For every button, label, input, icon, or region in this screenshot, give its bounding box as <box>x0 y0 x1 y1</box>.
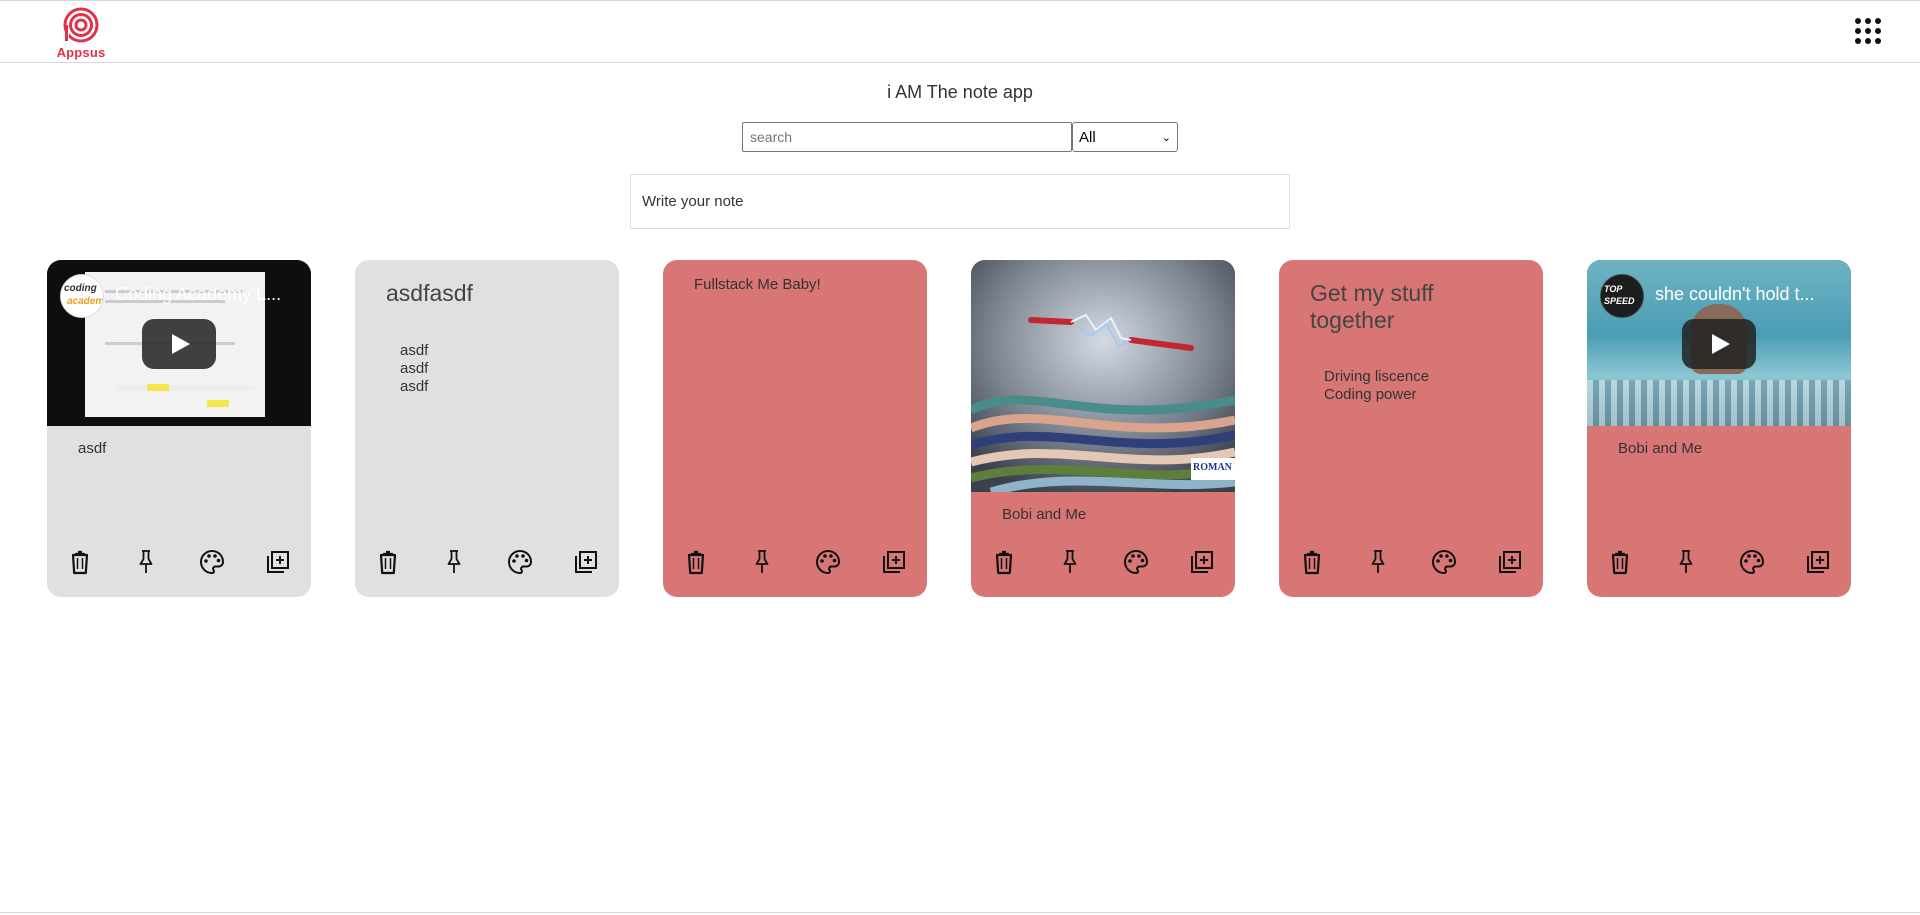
app-header: Appsus <box>0 0 1920 63</box>
note-card[interactable]: Fullstack Me Baby! <box>663 260 927 597</box>
channel-avatar: coding academy <box>60 274 104 318</box>
note-input-placeholder: Write your note <box>642 193 744 210</box>
todo-item[interactable]: Driving liscence <box>1324 368 1429 386</box>
trash-icon[interactable] <box>373 547 403 577</box>
palette-icon[interactable] <box>1121 547 1151 577</box>
duplicate-icon[interactable] <box>1495 547 1525 577</box>
logo-icon <box>63 7 99 43</box>
pin-icon[interactable] <box>747 547 777 577</box>
search-input[interactable] <box>742 122 1072 152</box>
note-text: Bobi and Me <box>1618 440 1703 457</box>
todo-item[interactable]: Coding power <box>1324 386 1429 404</box>
card-actions <box>971 547 1235 577</box>
duplicate-icon[interactable] <box>1187 547 1217 577</box>
trash-icon[interactable] <box>65 547 95 577</box>
card-actions <box>1587 547 1851 577</box>
apps-menu-button[interactable] <box>1855 18 1881 44</box>
pin-icon[interactable] <box>1671 547 1701 577</box>
trash-icon[interactable] <box>1297 547 1327 577</box>
duplicate-icon[interactable] <box>263 547 293 577</box>
card-actions <box>1279 547 1543 577</box>
trash-icon[interactable] <box>1605 547 1635 577</box>
video-title: she couldn't hold t... <box>1655 284 1815 304</box>
filter-select[interactable]: All ⌄ <box>1072 122 1178 152</box>
note-card[interactable]: asdfasdf asdf asdf asdf <box>355 260 619 597</box>
pin-icon[interactable] <box>439 547 469 577</box>
note-text: asdf <box>78 440 107 457</box>
play-button[interactable] <box>142 319 216 369</box>
app-logo[interactable]: Appsus <box>55 7 107 61</box>
note-title: Get my stuff together <box>1310 280 1434 333</box>
todo-list: Driving liscence Coding power <box>1324 368 1429 404</box>
card-actions <box>47 547 311 577</box>
logo-text: Appsus <box>56 45 106 60</box>
palette-icon[interactable] <box>197 547 227 577</box>
duplicate-icon[interactable] <box>879 547 909 577</box>
palette-icon[interactable] <box>1429 547 1459 577</box>
trash-icon[interactable] <box>989 547 1019 577</box>
card-actions <box>663 547 927 577</box>
image-caption: ROMAN E <box>1193 462 1235 473</box>
channel-avatar: TOP SPEED <box>1600 274 1644 318</box>
note-text: Fullstack Me Baby! <box>694 276 821 293</box>
todo-item[interactable]: asdf <box>400 378 428 396</box>
note-image: ROMAN E <box>971 260 1235 492</box>
palette-icon[interactable] <box>505 547 535 577</box>
channel-name: TOP SPEED <box>1604 284 1635 306</box>
video-title: Coding Academy L... <box>115 284 282 304</box>
video-embed[interactable]: coding academy Coding Academy L... <box>47 260 311 426</box>
duplicate-icon[interactable] <box>571 547 601 577</box>
note-card[interactable]: coding academy Coding Academy L... asdf <box>47 260 311 597</box>
card-actions <box>355 547 619 577</box>
note-card[interactable]: Get my stuff together Driving liscence C… <box>1279 260 1543 597</box>
palette-icon[interactable] <box>813 547 843 577</box>
todo-list: asdf asdf asdf <box>400 342 428 396</box>
note-input[interactable]: Write your note <box>630 174 1290 229</box>
palette-icon[interactable] <box>1737 547 1767 577</box>
note-card[interactable]: TOP SPEED she couldn't hold t... Bobi an… <box>1587 260 1851 597</box>
todo-item[interactable]: asdf <box>400 342 428 360</box>
duplicate-icon[interactable] <box>1803 547 1833 577</box>
play-button[interactable] <box>1682 319 1756 369</box>
pin-icon[interactable] <box>1055 547 1085 577</box>
note-text: Bobi and Me <box>1002 506 1087 523</box>
filter-selected-value: All <box>1079 128 1096 146</box>
page-title: i AM The note app <box>887 82 1033 102</box>
note-card[interactable]: ROMAN E Bobi and Me <box>971 260 1235 597</box>
video-embed[interactable]: TOP SPEED she couldn't hold t... <box>1587 260 1851 426</box>
page-bottom-border <box>0 912 1920 913</box>
todo-item[interactable]: asdf <box>400 360 428 378</box>
note-title: asdfasdf <box>386 280 473 306</box>
chevron-down-icon: ⌄ <box>1161 131 1171 144</box>
pin-icon[interactable] <box>131 547 161 577</box>
pin-icon[interactable] <box>1363 547 1393 577</box>
trash-icon[interactable] <box>681 547 711 577</box>
